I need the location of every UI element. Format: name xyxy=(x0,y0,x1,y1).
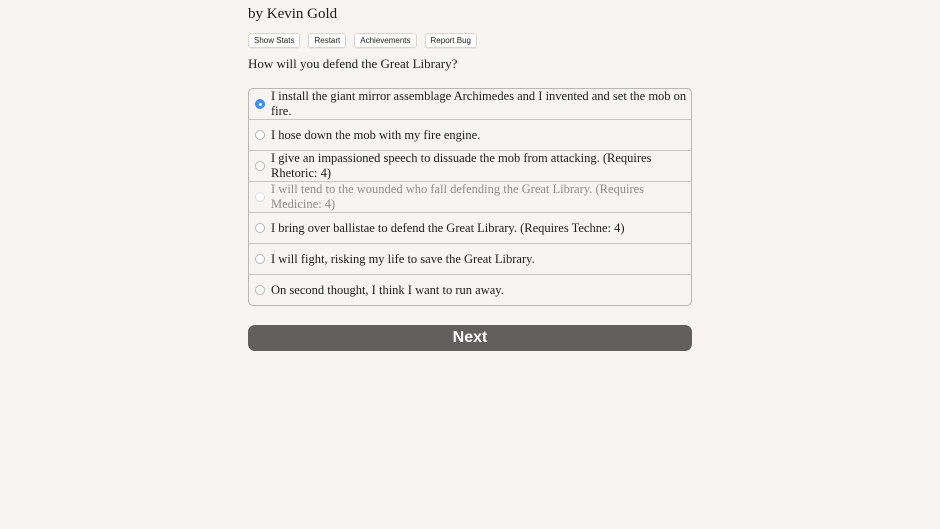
choice-label: I give an impassioned speech to dissuade… xyxy=(271,151,652,180)
toolbar: Show Stats Restart Achievements Report B… xyxy=(248,33,477,48)
restart-button[interactable]: Restart xyxy=(308,33,347,48)
choice-label: I will fight, risking my life to save th… xyxy=(271,251,535,266)
radio-button[interactable] xyxy=(255,161,265,171)
radio-button[interactable] xyxy=(255,223,265,233)
report-bug-button[interactable]: Report Bug xyxy=(424,33,477,48)
choice-option[interactable]: I give an impassioned speech to dissuade… xyxy=(249,150,691,181)
next-button[interactable]: Next xyxy=(248,325,692,351)
radio-button[interactable] xyxy=(255,99,265,109)
choice-option[interactable]: I will fight, risking my life to save th… xyxy=(249,243,691,274)
choice-list: I install the giant mirror assemblage Ar… xyxy=(248,88,692,306)
choice-label: I install the giant mirror assemblage Ar… xyxy=(271,89,687,118)
achievements-button[interactable]: Achievements xyxy=(354,33,417,48)
radio-button[interactable] xyxy=(255,130,265,140)
choice-label: I hose down the mob with my fire engine. xyxy=(271,127,481,142)
radio-button[interactable] xyxy=(255,285,265,295)
radio-button[interactable] xyxy=(255,254,265,264)
choice-label: I bring over ballistae to defend the Gre… xyxy=(271,220,625,235)
author-byline: by Kevin Gold xyxy=(248,6,338,22)
choice-option: I will tend to the wounded who fall defe… xyxy=(249,181,691,212)
choice-option[interactable]: I hose down the mob with my fire engine. xyxy=(249,119,691,150)
choice-option[interactable]: On second thought, I think I want to run… xyxy=(249,274,691,305)
choice-option[interactable]: I bring over ballistae to defend the Gre… xyxy=(249,212,691,243)
radio-button xyxy=(255,192,265,202)
show-stats-button[interactable]: Show Stats xyxy=(248,33,301,48)
choice-label: I will tend to the wounded who fall defe… xyxy=(271,182,645,211)
choice-label: On second thought, I think I want to run… xyxy=(271,282,504,297)
question-text: How will you defend the Great Library? xyxy=(248,56,458,71)
choice-option[interactable]: I install the giant mirror assemblage Ar… xyxy=(249,89,691,119)
